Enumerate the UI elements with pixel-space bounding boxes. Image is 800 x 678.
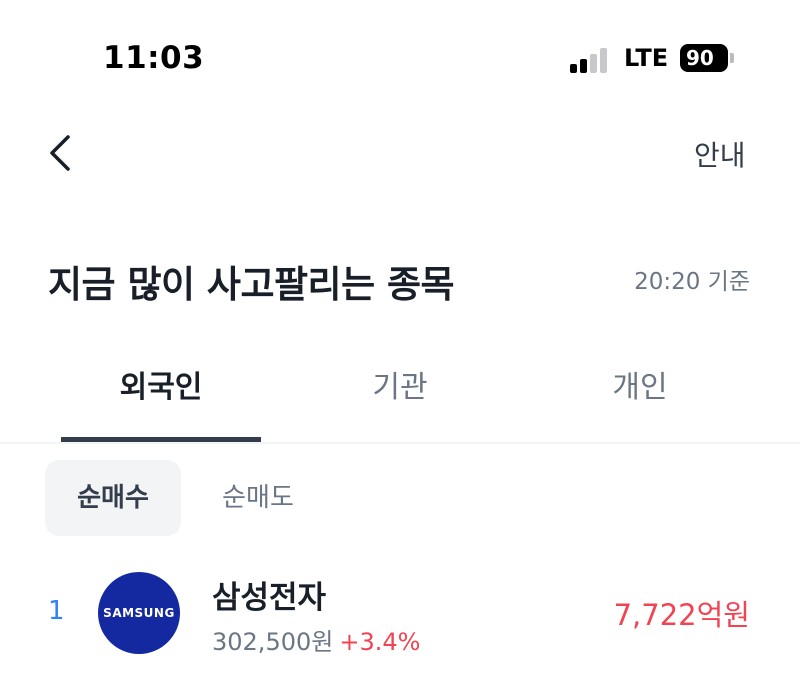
battery-tip — [730, 53, 734, 63]
stock-price-line: 302,500원 +3.4% — [212, 622, 420, 657]
filter-net-sell[interactable]: 순매도 — [196, 460, 320, 536]
tab-indicator — [61, 437, 261, 442]
network-type: LTE — [624, 44, 669, 72]
basis-time: 20:20 기준 — [634, 269, 750, 295]
stock-name: 삼성전자 — [212, 580, 327, 616]
stock-rank: 1 — [48, 596, 65, 626]
filter-net-buy[interactable]: 순매수 — [45, 460, 181, 536]
status-time: 11:03 — [103, 40, 205, 76]
battery-level: 90 — [686, 46, 714, 70]
stock-logo: SAMSUNG — [98, 572, 180, 654]
back-button[interactable] — [44, 132, 78, 174]
battery-icon: 90 — [680, 44, 728, 72]
status-bar: 11:03 LTE 90 — [0, 0, 800, 120]
stock-row[interactable]: 1 SAMSUNG 삼성전자 302,500원 +3.4% 7,722억원 — [0, 560, 800, 678]
tab-foreigner[interactable]: 외국인 — [61, 362, 261, 406]
tab-institution[interactable]: 기관 — [300, 362, 500, 406]
help-button[interactable]: 안내 — [694, 134, 746, 174]
tab-individual[interactable]: 개인 — [540, 362, 740, 406]
chevron-left-icon — [50, 135, 70, 171]
page-title: 지금 많이 사고팔리는 종목 — [48, 263, 455, 306]
cellular-signal-icon — [570, 47, 610, 73]
trade-amount: 7,722억원 — [613, 598, 750, 632]
stock-price: 302,500원 — [212, 628, 334, 656]
investor-tabs: 외국인 기관 개인 — [0, 352, 800, 444]
stock-change: +3.4% — [339, 628, 421, 656]
